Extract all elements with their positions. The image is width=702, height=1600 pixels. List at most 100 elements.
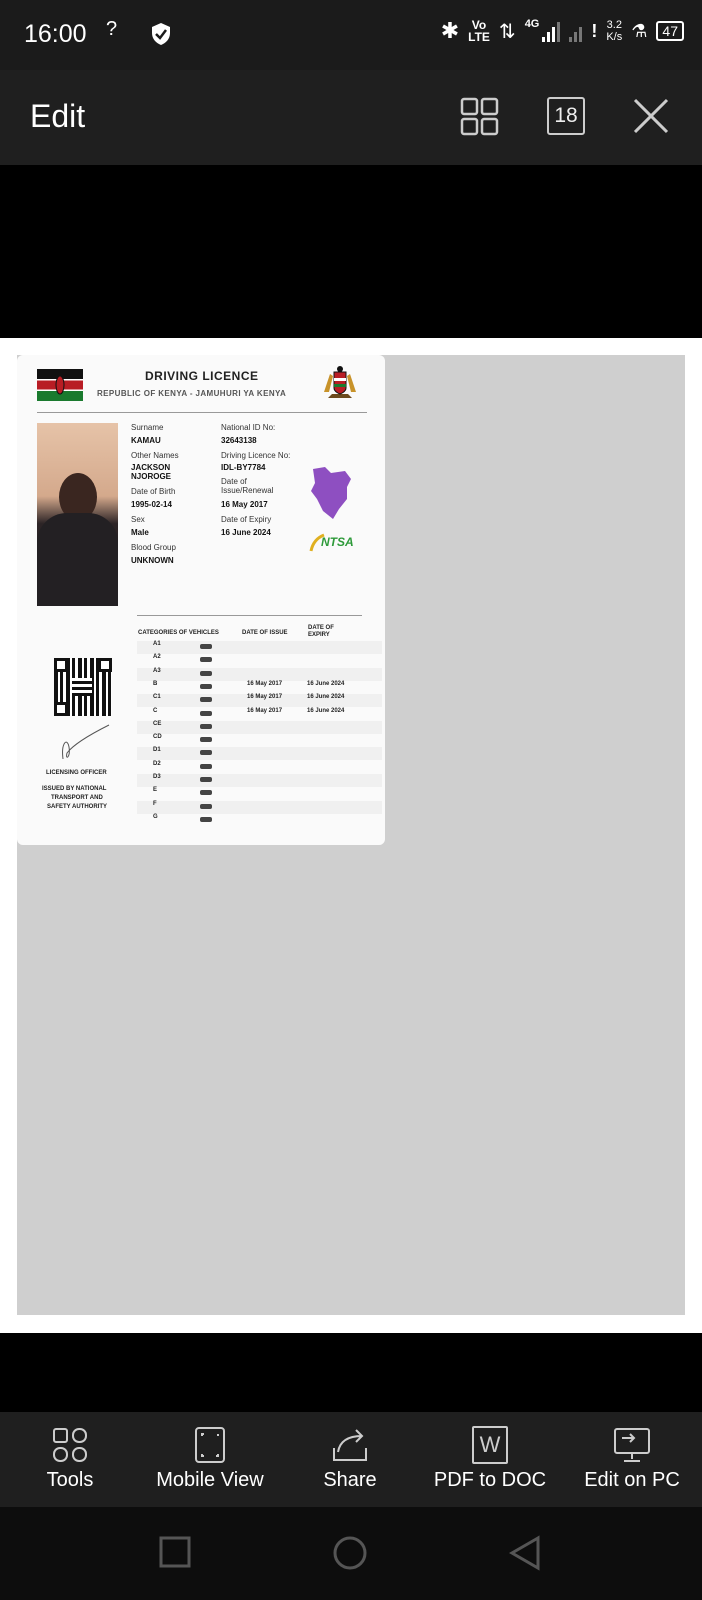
word-doc-icon: W: [472, 1426, 508, 1464]
edit-on-pc-button[interactable]: Edit on PC: [562, 1412, 702, 1507]
issue-date-value: 16 May 2017: [221, 500, 268, 509]
edit-on-pc-label: Edit on PC: [584, 1469, 680, 1491]
vehicle-icon: [200, 803, 212, 809]
category-expiry-date: 16 June 2024: [307, 694, 345, 701]
grid-view-icon[interactable]: [460, 97, 500, 137]
category-code: A3: [153, 667, 161, 674]
sex-label: Sex: [131, 515, 145, 524]
battery-indicator: 47: [656, 21, 684, 41]
speed-unit: K/s: [606, 31, 623, 43]
table-row: CE: [137, 720, 382, 734]
category-expiry-date: 16 June 2024: [307, 707, 345, 714]
blood-group-value: UNKNOWN: [131, 556, 174, 565]
share-button[interactable]: Share: [280, 1412, 420, 1507]
blood-group-label: Blood Group: [131, 543, 176, 552]
col-expiry-header-1: DATE OF: [308, 625, 334, 631]
kenya-map-icon: [311, 467, 351, 519]
other-names-value-1: JACKSON: [131, 463, 171, 472]
category-code: G: [153, 813, 158, 820]
back-triangle-icon[interactable]: [508, 1535, 542, 1571]
table-divider: [137, 615, 362, 616]
category-code: D1: [153, 747, 161, 754]
network-unknown-icon: ?: [106, 18, 118, 40]
mobile-view-button[interactable]: Mobile View: [140, 1412, 280, 1507]
mobile-view-label: Mobile View: [156, 1469, 264, 1491]
data-arrows-icon: ⇅: [498, 20, 516, 43]
licence-no-label: Driving Licence No:: [221, 451, 291, 460]
category-code: B: [153, 680, 158, 687]
no-signal-icon: !: [591, 20, 598, 41]
signal-strength-icon: [542, 20, 561, 42]
page-title: Edit: [30, 98, 86, 134]
table-row: D1: [137, 747, 382, 761]
licence-no-value: IDL-BY7784: [221, 463, 266, 472]
pdf-to-doc-label: PDF to DOC: [433, 1469, 547, 1491]
pdf-to-doc-button[interactable]: W PDF to DOC: [420, 1412, 560, 1507]
surname-label: Surname: [131, 423, 164, 432]
vehicle-icon: [200, 723, 212, 729]
share-label: Share: [323, 1469, 377, 1491]
table-row: G: [137, 814, 382, 827]
qr-code: [54, 658, 112, 716]
tools-label: Tools: [46, 1469, 94, 1491]
tools-button[interactable]: Tools: [0, 1412, 140, 1507]
table-row: E: [137, 787, 382, 800]
bottom-toolbar: Tools Mobile View Share W PDF to DOC Edi…: [0, 1412, 702, 1507]
category-code: E: [153, 787, 158, 794]
vehicle-icon: [200, 737, 212, 743]
category-code: F: [153, 800, 157, 807]
col-categories-header: CATEGORIES OF VEHICLES: [138, 630, 219, 636]
category-code: C: [153, 707, 158, 714]
vehicle-icon: [200, 763, 212, 769]
vehicle-icon: [200, 816, 212, 822]
table-row: B 16 May 2017 16 June 2024: [137, 681, 382, 694]
signal-strength-2-icon: [569, 20, 583, 42]
bluetooth-icon: ✱: [440, 18, 460, 43]
other-names-label: Other Names: [131, 451, 179, 460]
category-code: D3: [153, 774, 161, 780]
vehicle-icon: [200, 790, 212, 796]
holder-photo: [37, 423, 118, 606]
home-circle-icon[interactable]: [332, 1535, 368, 1571]
vehicle-icon: [200, 683, 212, 689]
page-count-button[interactable]: 18: [547, 97, 585, 135]
surname-value: KAMAU: [131, 436, 161, 445]
licensing-officer-label: LICENSING OFFICER: [46, 770, 107, 776]
national-id-label: National ID No:: [221, 423, 276, 432]
sex-value: Male: [131, 528, 149, 537]
coat-of-arms-icon: [324, 366, 356, 398]
network-type-label: 4G: [524, 18, 540, 30]
table-row: D2: [137, 761, 382, 774]
national-id-value: 32643138: [221, 436, 257, 445]
volte-indicator: Vo LTE: [468, 18, 490, 44]
table-row: F: [137, 800, 382, 814]
vehicle-icon: [200, 644, 212, 649]
kenya-flag-icon: [37, 369, 83, 401]
signature: [62, 724, 110, 760]
table-row: A3: [137, 667, 382, 681]
share-icon: [333, 1429, 367, 1461]
status-time: 16:00: [24, 20, 87, 48]
status-right-group: ✱ Vo LTE ⇅ 4G ! 3.2 K/s ⚗ 47: [441, 18, 684, 44]
table-row: C 16 May 2017 16 June 2024: [137, 708, 382, 721]
tools-icon: [53, 1428, 87, 1462]
expiry-label: Date of Expiry: [221, 515, 272, 524]
network-speed: 3.2 K/s: [606, 19, 622, 43]
table-row: CD: [137, 734, 382, 747]
top-app-bar: Edit 18: [0, 70, 702, 165]
vehicle-icon: [200, 697, 212, 703]
qr-finder-tl: [54, 658, 68, 672]
category-code: A2: [153, 654, 161, 661]
dob-label: Date of Birth: [131, 487, 176, 496]
mobile-view-icon: [195, 1427, 225, 1463]
ntsa-text: NTSA: [321, 535, 354, 549]
vehicle-icon: [200, 750, 212, 756]
recents-square-icon[interactable]: [158, 1535, 192, 1569]
dob-value: 1995-02-14: [131, 500, 172, 509]
category-code: C1: [153, 694, 161, 701]
table-row: A1: [137, 641, 382, 654]
category-code: CE: [153, 720, 162, 727]
other-names-value-2: NJOROGE: [131, 472, 172, 481]
close-icon[interactable]: [633, 98, 669, 134]
col-issue-header: DATE OF ISSUE: [242, 630, 288, 636]
